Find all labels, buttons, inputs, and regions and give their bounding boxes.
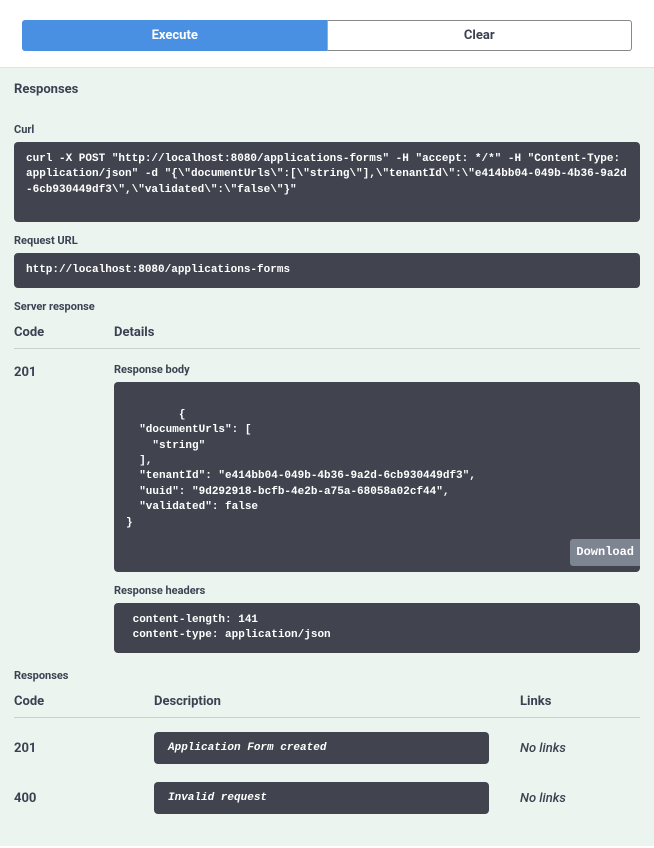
server-response-header: Code Details: [14, 319, 640, 349]
rt-links: No links: [520, 741, 640, 756]
rt-desc: Invalid request: [154, 782, 520, 814]
response-code: 201: [14, 363, 114, 380]
responses-table-row: 400 Invalid request No links: [14, 782, 640, 814]
code-header: Code: [14, 325, 114, 340]
response-details: Response body { "documentUrls": [ "strin…: [114, 363, 640, 665]
responses-section: Responses Curl curl -X POST "http://loca…: [0, 67, 654, 846]
action-buttons-row: Execute Clear: [0, 0, 654, 67]
rt-desc: Application Form created: [154, 732, 520, 764]
response-headers-content[interactable]: content-length: 141 content-type: applic…: [114, 603, 640, 654]
responses-title: Responses: [14, 82, 640, 97]
response-body-content[interactable]: { "documentUrls": [ "string" ], "tenantI…: [114, 382, 640, 571]
rt-desc-pill: Invalid request: [154, 782, 489, 814]
responses-table-row: 201 Application Form created No links: [14, 732, 640, 764]
curl-label: Curl: [14, 123, 640, 136]
clear-button[interactable]: Clear: [327, 20, 633, 51]
responses-table-title: Responses: [14, 669, 640, 682]
response-body-text: { "documentUrls": [ "string" ], "tenantI…: [126, 409, 476, 529]
rt-code-header: Code: [14, 694, 154, 709]
request-url-label: Request URL: [14, 234, 640, 247]
curl-command[interactable]: curl -X POST "http://localhost:8080/appl…: [14, 142, 640, 222]
execute-button[interactable]: Execute: [22, 20, 327, 51]
rt-desc-header: Description: [154, 694, 520, 709]
rt-links: No links: [520, 791, 640, 806]
rt-links-header: Links: [520, 694, 640, 709]
request-url-value[interactable]: http://localhost:8080/applications-forms: [14, 253, 640, 288]
rt-desc-pill: Application Form created: [154, 732, 489, 764]
response-headers-label: Response headers: [114, 584, 640, 597]
server-response-label: Server response: [14, 300, 640, 313]
download-button[interactable]: Download: [570, 539, 640, 566]
rt-code: 201: [14, 741, 154, 756]
response-body-label: Response body: [114, 363, 640, 376]
rt-code: 400: [14, 791, 154, 806]
server-response-row: 201 Response body { "documentUrls": [ "s…: [14, 363, 640, 665]
responses-table-header: Code Description Links: [14, 688, 640, 718]
details-header: Details: [114, 325, 640, 340]
